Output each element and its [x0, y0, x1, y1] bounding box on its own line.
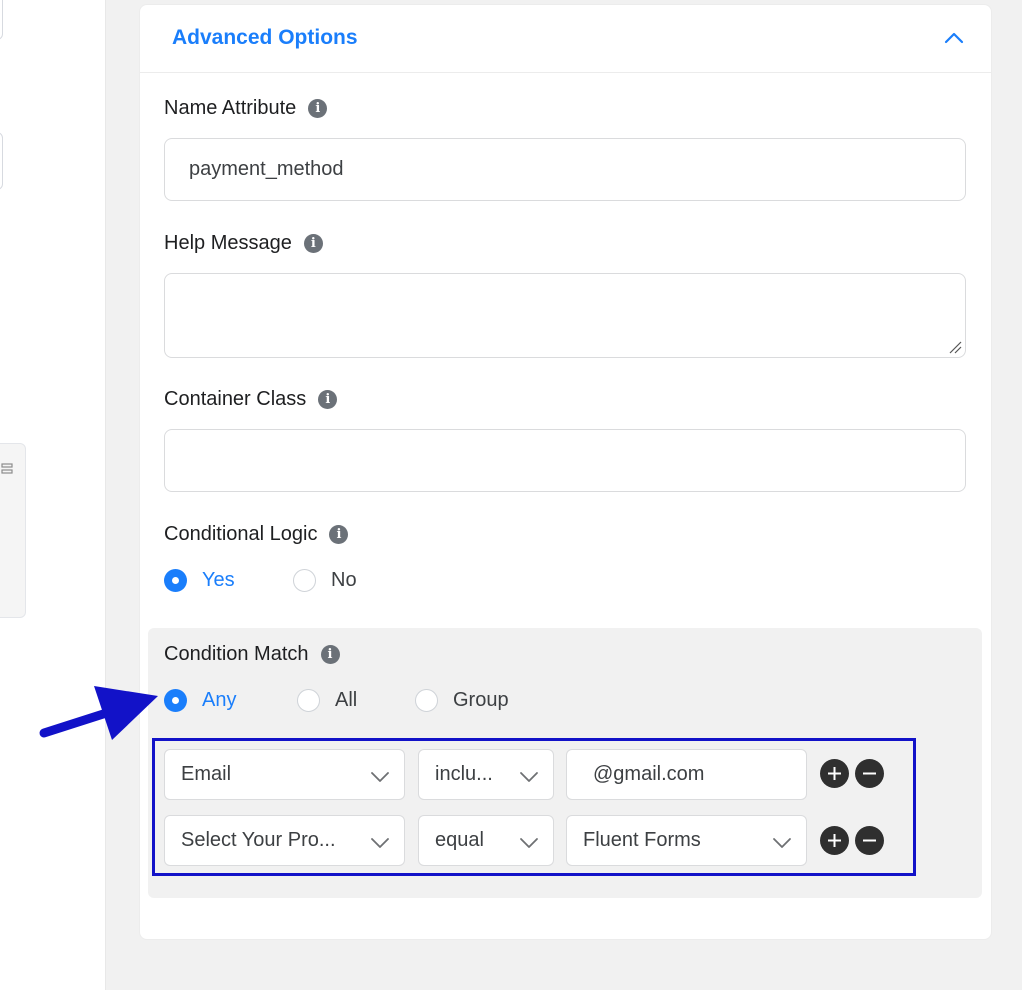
- name-attribute-value: payment_method: [189, 158, 344, 180]
- radio-label: No: [331, 569, 357, 591]
- radio-label: Any: [202, 689, 237, 711]
- annotation-highlight-box: [152, 738, 916, 876]
- condition-match-label: Condition Match i: [164, 643, 340, 666]
- condition-match-all-radio[interactable]: All: [297, 689, 415, 712]
- radio-label: All: [335, 689, 358, 711]
- info-icon[interactable]: i: [320, 645, 340, 664]
- name-attribute-label-text: Name Attribute: [164, 97, 297, 119]
- conditional-logic-no-radio[interactable]: No: [293, 569, 357, 592]
- radio-unchecked-icon[interactable]: [415, 689, 438, 712]
- conditional-logic-radio-group: Yes No: [164, 569, 357, 592]
- radio-label: Yes: [202, 569, 235, 591]
- left-panel-fragment: [0, 0, 3, 40]
- left-panel-fragment: [0, 443, 26, 618]
- condition-match-group-radio[interactable]: Group: [415, 689, 509, 712]
- radio-checked-icon[interactable]: [164, 569, 187, 592]
- radio-checked-icon[interactable]: [164, 689, 187, 712]
- name-attribute-label: Name Attribute i: [164, 97, 328, 120]
- help-message-label-text: Help Message: [164, 232, 292, 254]
- help-message-label: Help Message i: [164, 232, 323, 255]
- annotation-arrow-icon: [39, 686, 158, 740]
- info-icon[interactable]: i: [329, 525, 349, 544]
- chevron-up-icon[interactable]: [943, 27, 965, 49]
- radio-label: Group: [453, 689, 509, 711]
- condition-match-any-radio[interactable]: Any: [164, 689, 297, 712]
- conditional-logic-label-text: Conditional Logic: [164, 523, 318, 545]
- info-icon[interactable]: i: [303, 234, 323, 253]
- info-icon[interactable]: i: [318, 390, 338, 409]
- condition-match-label-text: Condition Match: [164, 643, 309, 665]
- container-class-input[interactable]: [164, 429, 966, 492]
- left-panel-fragment: [0, 132, 3, 190]
- advanced-options-header[interactable]: Advanced Options: [140, 5, 991, 73]
- info-icon[interactable]: i: [308, 99, 328, 118]
- container-class-label: Container Class i: [164, 388, 338, 411]
- settings-icon: [1, 462, 13, 476]
- container-class-label-text: Container Class: [164, 388, 307, 410]
- resize-handle-icon[interactable]: [948, 340, 962, 354]
- conditional-logic-label: Conditional Logic i: [164, 523, 349, 546]
- conditional-logic-yes-radio[interactable]: Yes: [164, 569, 293, 592]
- radio-unchecked-icon[interactable]: [293, 569, 316, 592]
- name-attribute-input[interactable]: payment_method: [164, 138, 966, 201]
- help-message-textarea[interactable]: [164, 273, 966, 358]
- panel-title: Advanced Options: [172, 26, 358, 49]
- left-panel: [0, 0, 106, 990]
- condition-match-radio-group: Any All Group: [164, 689, 509, 712]
- radio-unchecked-icon[interactable]: [297, 689, 320, 712]
